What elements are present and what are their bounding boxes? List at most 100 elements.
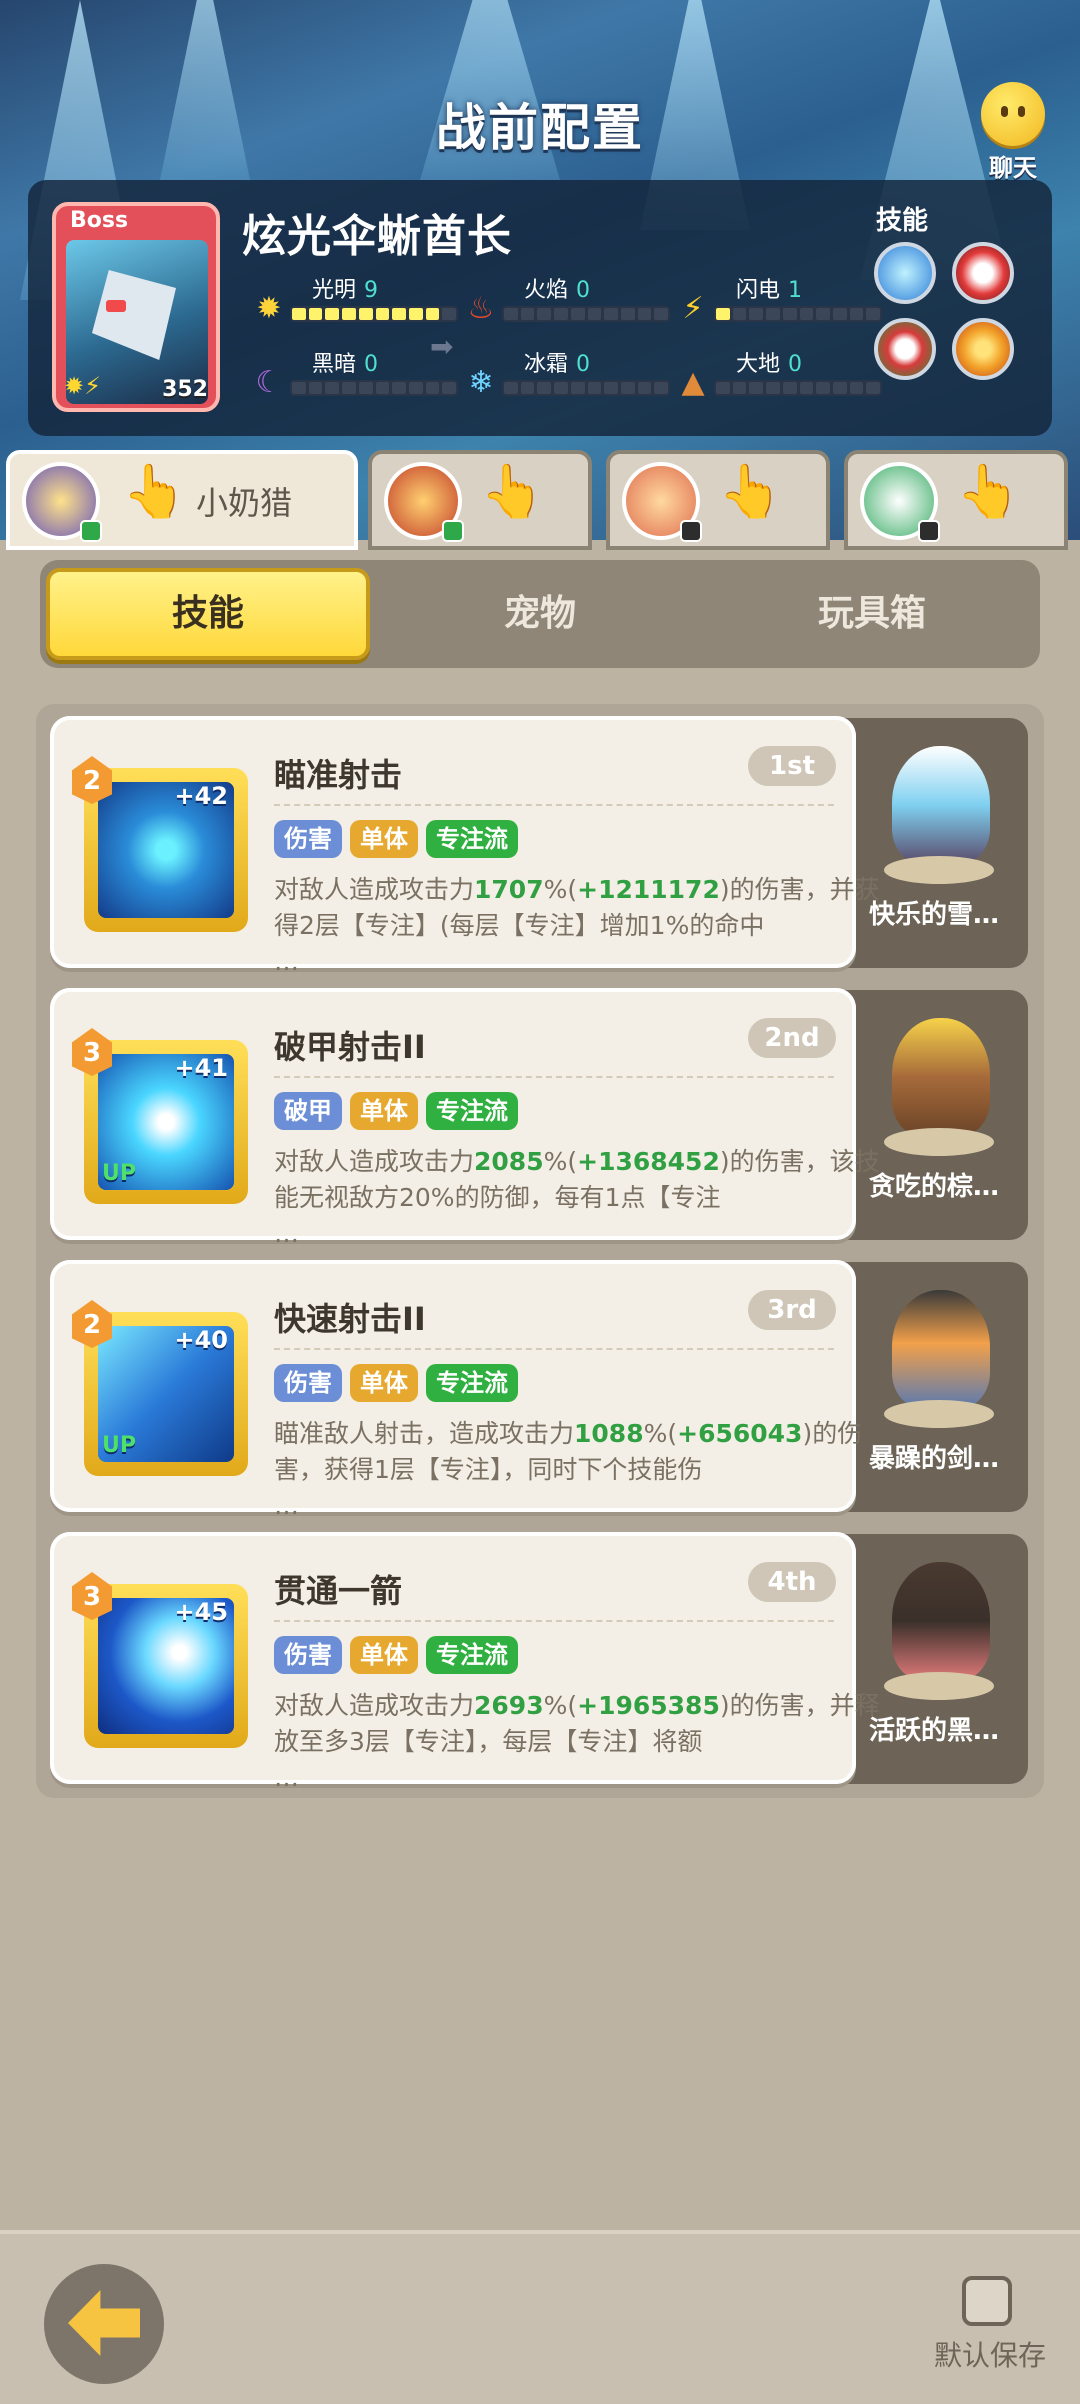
hero-tab-1[interactable]: 👆 小奶猎: [6, 450, 358, 550]
online-badge: [80, 520, 102, 542]
boss-skill-fire-icon[interactable]: [952, 318, 1014, 380]
chat-label: 聊天: [989, 154, 1037, 182]
tab-toybox[interactable]: 玩具箱: [710, 568, 1034, 660]
skill-tags: 伤害 单体 专注流: [274, 1636, 518, 1674]
skill-level: 3: [72, 1572, 112, 1620]
boss-skill-bird-icon[interactable]: [952, 242, 1014, 304]
element-value: 9: [364, 278, 379, 303]
element-earth: ▲ 大地 0: [676, 346, 886, 406]
pet-base: [884, 1672, 994, 1700]
pet-figure: [892, 746, 990, 864]
tap-hand-icon: 👆: [956, 462, 1021, 522]
tag: 专注流: [426, 1364, 518, 1402]
mountain-icon: ▲: [681, 365, 705, 400]
skill-name: 瞄准射击: [274, 756, 403, 794]
skill-tags: 伤害 单体 专注流: [274, 1364, 518, 1402]
skill-bonus: +40: [174, 1326, 228, 1354]
pet-base: [884, 1400, 994, 1428]
boss-name: 炫光伞蜥酋长: [242, 211, 512, 262]
tap-hand-icon: 👆: [480, 462, 545, 522]
pet-base: [884, 856, 994, 884]
skill-name: 贯通一箭: [274, 1572, 403, 1610]
skill-description: 对敌人造成攻击力2693%(+1965385)的伤害，并释放至多3层【专注】，每…: [274, 1691, 880, 1792]
hero-tab-3[interactable]: 👆: [606, 450, 830, 550]
skill-card-4[interactable]: +45 3 贯通一箭 4th 伤害 单体 专注流 对敌人造成攻击力2693%(+…: [50, 1532, 880, 1792]
skill-name: 破甲射击II: [274, 1028, 426, 1066]
pet-figure: [892, 1290, 990, 1408]
element-name: 冰霜: [524, 352, 569, 377]
tag: 单体: [350, 1636, 418, 1674]
element-value: 1: [788, 278, 803, 303]
boss-tag: Boss: [70, 208, 129, 233]
skill-name: 快速射击II: [274, 1300, 426, 1338]
hero-name: 小奶猎: [196, 484, 293, 522]
element-name: 闪电: [736, 278, 781, 303]
boss-element-icons: ✹⚡: [64, 372, 101, 400]
boss-skill-shield-icon[interactable]: [874, 318, 936, 380]
skill-bonus: +42: [174, 782, 228, 810]
element-name: 黑暗: [312, 352, 357, 377]
arrow-right-icon: ➡: [430, 330, 454, 363]
skill-card-2[interactable]: +41 UP 3 破甲射击II 2nd 破甲 单体 专注流 对敌人造成攻击力208…: [50, 988, 880, 1248]
skill-description: 瞄准敌人射击，造成攻击力1088%(+656043)的伤害，获得1层【专注】，同…: [274, 1419, 863, 1520]
element-name: 大地: [736, 352, 781, 377]
divider: [274, 804, 834, 806]
sun-icon: ✹: [256, 291, 282, 326]
tab-pets[interactable]: 宠物: [378, 568, 702, 660]
divider: [274, 1076, 834, 1078]
pet-base: [884, 1128, 994, 1156]
skill-order: 4th: [748, 1562, 836, 1602]
offline-badge: [680, 520, 702, 542]
skill-level: 2: [72, 1300, 112, 1348]
skill-card-1[interactable]: +42 2 瞄准射击 1st 伤害 单体 专注流 对敌人造成攻击力1707%(+…: [50, 716, 880, 976]
online-badge: [442, 520, 464, 542]
pet-figure: [892, 1018, 990, 1136]
skill-order: 2nd: [748, 1018, 836, 1058]
element-bar: [290, 306, 458, 322]
element-bar: [290, 380, 458, 396]
tag: 伤害: [274, 1636, 342, 1674]
hero-tab-4[interactable]: 👆: [844, 450, 1068, 550]
element-bar: [502, 306, 670, 322]
divider: [274, 1620, 834, 1622]
pet-figure: [892, 1562, 990, 1680]
tag: 伤害: [274, 820, 342, 858]
divider: [274, 1348, 834, 1350]
element-light: ✹ 光明 9: [252, 272, 462, 332]
chat-face-icon: [981, 82, 1045, 146]
flame-icon: ♨: [467, 291, 495, 326]
element-name: 火焰: [524, 278, 569, 303]
boss-info-panel: Boss ✹⚡ 352 炫光伞蜥酋长 ✹ 光明 9 ♨ 火焰 0 ⚡ 闪电 1 ☾ 黑…: [28, 180, 1052, 436]
element-value: 0: [576, 352, 591, 377]
tag: 单体: [350, 820, 418, 858]
element-value: 0: [576, 278, 591, 303]
skill-order: 3rd: [748, 1290, 836, 1330]
boss-skill-ice-icon[interactable]: [874, 242, 936, 304]
offline-badge: [918, 520, 940, 542]
skill-tags: 伤害 单体 专注流: [274, 820, 518, 858]
tab-skills[interactable]: 技能: [46, 568, 370, 660]
default-save-checkbox[interactable]: [962, 2276, 1012, 2326]
tag: 单体: [350, 1092, 418, 1130]
skill-order: 1st: [748, 746, 836, 786]
upgrade-label: UP: [102, 1161, 136, 1186]
element-bar: [714, 380, 882, 396]
default-save-label: 默认保存: [933, 2339, 1046, 2372]
skill-description: 对敌人造成攻击力1707%(+1211172)的伤害，并获得2层【专注】(每层【…: [274, 875, 880, 976]
snowflake-icon: ❄: [468, 365, 494, 400]
upgrade-label: UP: [102, 1433, 136, 1458]
element-fire: ♨ 火焰 0: [464, 272, 674, 332]
page-title: 战前配置: [436, 99, 644, 157]
chat-button[interactable]: 聊天: [968, 82, 1058, 182]
tag: 专注流: [426, 820, 518, 858]
element-frost: ❄ 冰霜 0: [464, 346, 674, 406]
skill-card-3[interactable]: +40 UP 2 快速射击II 3rd 伤害 单体 专注流 瞄准敌人射击，造成攻击…: [50, 1260, 862, 1520]
back-button[interactable]: [44, 2264, 164, 2384]
skill-tags: 破甲 单体 专注流: [274, 1092, 518, 1130]
skill-bonus: +45: [174, 1598, 228, 1626]
hero-tab-2[interactable]: 👆: [368, 450, 592, 550]
element-bar: [714, 306, 882, 322]
element-value: 0: [788, 352, 803, 377]
element-bar: [502, 380, 670, 396]
boss-portrait[interactable]: Boss ✹⚡ 352: [52, 202, 220, 412]
